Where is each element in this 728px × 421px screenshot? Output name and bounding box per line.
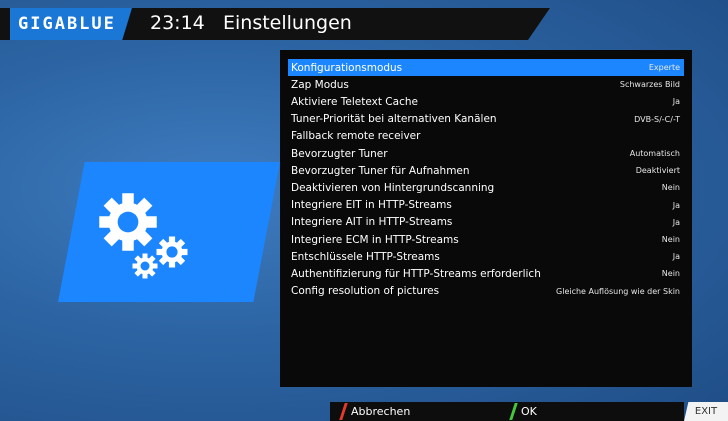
setting-value: Experte: [648, 63, 680, 72]
settings-list: Konfigurationsmodus Experte Zap Modus Schwa…: [280, 50, 692, 387]
settings-row[interactable]: Integriere ECM in HTTP-Streams Nein: [288, 231, 684, 248]
settings-row[interactable]: Bevorzugter Tuner für Aufnahmen Deaktivie…: [288, 162, 684, 179]
setting-label: Entschlüssele HTTP-Streams: [291, 250, 440, 263]
setting-label: Integriere ECM in HTTP-Streams: [291, 233, 459, 246]
exit-label: EXIT: [694, 406, 718, 417]
setting-label: Bevorzugter Tuner: [291, 147, 388, 160]
setting-value: DVB-S/-C/-T: [634, 114, 680, 124]
setting-label: Integriere AIT in HTTP-Streams: [291, 216, 453, 229]
settings-row[interactable]: Integriere EIT in HTTP-Streams Ja: [288, 197, 684, 214]
setting-value: Ja: [672, 200, 680, 210]
setting-label: Integriere EIT in HTTP-Streams: [291, 199, 452, 212]
setting-value: Schwarzes Bild: [619, 80, 680, 90]
settings-row[interactable]: Tuner-Priorität bei alternativen Kanälen…: [288, 111, 684, 128]
setting-label: Zap Modus: [291, 78, 349, 91]
clock: 23:14: [150, 12, 205, 34]
setting-label: Config resolution of pictures: [291, 285, 440, 298]
setting-value: Nein: [661, 269, 680, 279]
settings-row[interactable]: Zap Modus Schwarzes Bild: [288, 76, 684, 93]
setting-value: Nein: [661, 235, 680, 244]
cancel-label: Abbrechen: [351, 405, 411, 418]
settings-row[interactable]: Config resolution of pictures Gleiche Auf…: [288, 283, 684, 300]
settings-row[interactable]: Aktiviere Teletext Cache Ja: [288, 93, 684, 110]
setting-value: Gleiche Auflösung wie der Skin: [556, 286, 680, 296]
ok-label: OK: [521, 405, 537, 418]
settings-row[interactable]: Bevorzugter Tuner Automatisch: [288, 145, 684, 162]
setting-value: Ja: [672, 97, 680, 107]
page-title: Einstellungen: [223, 12, 352, 34]
settings-row[interactable]: Konfigurationsmodus Experte: [288, 59, 684, 76]
setting-label: Deaktivieren von Hintergrundscanning: [291, 181, 495, 194]
setting-value: Automatisch: [629, 149, 680, 158]
setting-label: Bevorzugter Tuner für Aufnahmen: [291, 164, 470, 177]
setting-value: Ja: [672, 252, 680, 262]
exit-button[interactable]: EXIT: [684, 402, 728, 421]
top-header: GIGABLUE 23:14 Einstellungen: [0, 0, 728, 40]
setting-label: Fallback remote receiver: [291, 130, 421, 143]
brand-logo: GIGABLUE: [18, 14, 116, 34]
settings-row[interactable]: Integriere AIT in HTTP-Streams Ja: [288, 214, 684, 231]
cancel-button[interactable]: Abbrechen: [339, 402, 411, 421]
setting-value: Nein: [661, 183, 680, 193]
setting-label: Aktiviere Teletext Cache: [291, 95, 418, 108]
setting-label: Tuner-Priorität bei alternativen Kanälen: [291, 113, 497, 126]
setting-label: Konfigurationsmodus: [291, 61, 403, 74]
ok-button[interactable]: OK: [509, 402, 537, 421]
setting-label: Authentifizierung für HTTP-Streams erfor…: [291, 267, 541, 280]
gears-icon: [99, 193, 188, 279]
settings-row[interactable]: Entschlüssele HTTP-Streams Ja: [288, 248, 684, 265]
setting-value: Deaktiviert: [635, 166, 680, 176]
settings-row[interactable]: Authentifizierung für HTTP-Streams erfor…: [288, 265, 684, 282]
setting-value: Ja: [672, 217, 680, 227]
settings-row[interactable]: Deaktivieren von Hintergrundscanning Nein: [288, 179, 684, 196]
settings-row[interactable]: Fallback remote receiver: [288, 128, 684, 145]
